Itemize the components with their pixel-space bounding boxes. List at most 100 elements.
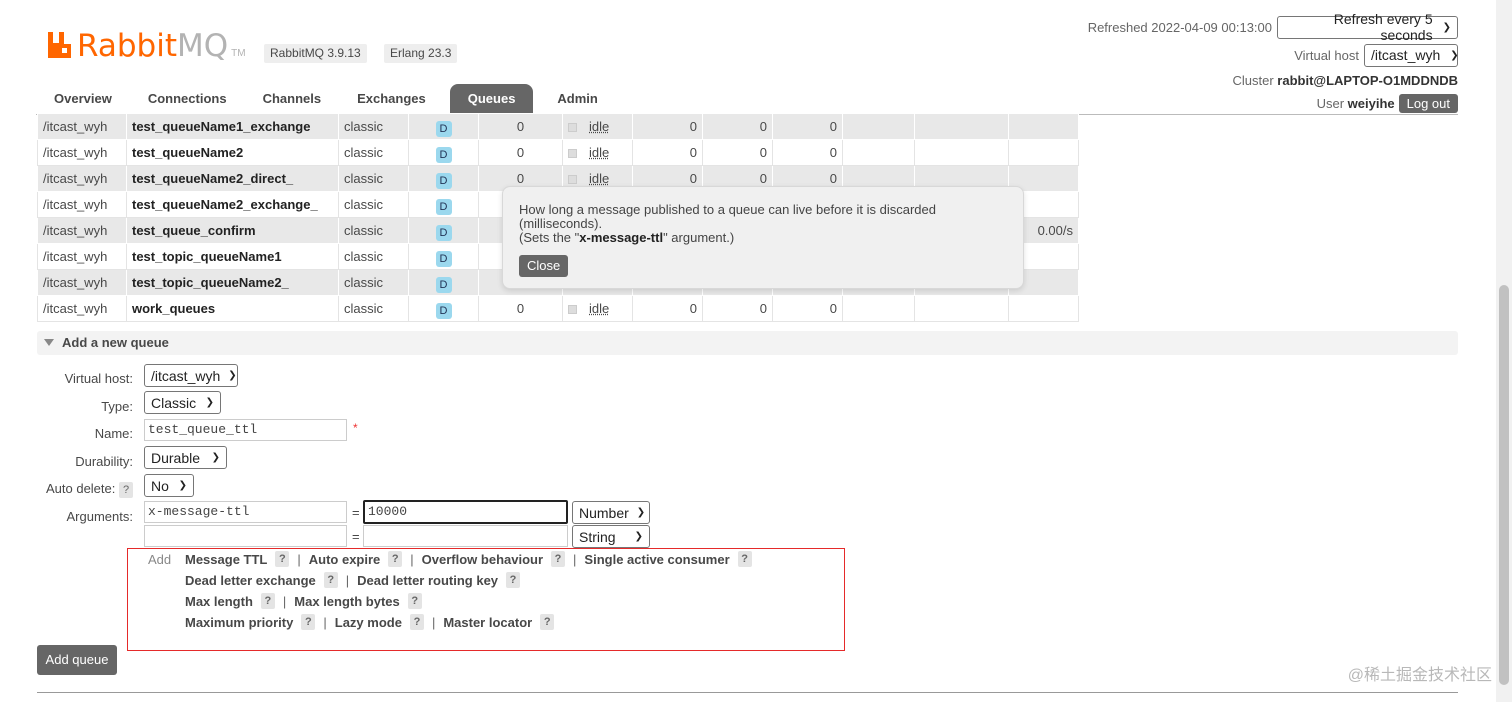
queue-rate-cell	[842, 113, 915, 140]
tab-admin[interactable]: Admin	[539, 84, 615, 114]
queue-vhost-cell: /itcast_wyh	[37, 113, 127, 140]
argument-helper-link[interactable]: Lazy mode	[335, 615, 402, 630]
queue-unacked-cell: 0	[702, 139, 773, 166]
tab-queues[interactable]: Queues	[449, 84, 534, 114]
help-icon[interactable]: ?	[540, 614, 555, 630]
queue-name-link[interactable]: test_topic_queueName2_	[126, 269, 339, 296]
argument-helper-link[interactable]: Single active consumer	[584, 552, 729, 567]
argument-helper-link[interactable]: Dead letter exchange	[185, 573, 316, 588]
helper-separator: |	[345, 572, 350, 588]
virtual-host-select[interactable]: /itcast_wyh ❯	[144, 364, 238, 387]
argument-helper-link[interactable]: Max length	[185, 594, 253, 609]
help-icon[interactable]: ?	[409, 614, 424, 630]
queue-rate-cell	[1008, 113, 1079, 140]
help-icon[interactable]: ?	[737, 551, 752, 567]
queue-features-cell: D	[408, 269, 479, 296]
durable-badge: D	[435, 120, 452, 137]
argument-value-input-1[interactable]: 10000	[363, 500, 568, 524]
argument-key-input-2[interactable]	[144, 525, 347, 547]
queue-unacked-cell: 0	[702, 295, 773, 322]
queue-type-select[interactable]: Classic ❯	[144, 391, 221, 414]
auto-delete-select[interactable]: No ❯	[144, 474, 194, 497]
queue-row: /itcast_wyh test_queueName1_exchange class…	[37, 113, 1079, 140]
queue-ready-cell: 0	[632, 113, 703, 140]
queue-name-link[interactable]: test_queueName2_direct_	[126, 165, 339, 192]
argument-helper-link[interactable]: Master locator	[443, 615, 532, 630]
chevron-down-icon: ❯	[205, 397, 214, 408]
tab-connections[interactable]: Connections	[130, 84, 245, 114]
argument-value-input-2[interactable]	[363, 525, 568, 547]
queue-name-link[interactable]: test_queueName2_exchange_	[126, 191, 339, 218]
queue-type-value: Classic	[151, 394, 197, 411]
argument-key-input-1[interactable]: x-message-ttl	[144, 501, 347, 523]
popup-close-button[interactable]: Close	[519, 255, 569, 277]
cluster-name: rabbit@LAPTOP-O1MDDNDB	[1277, 72, 1458, 88]
durable-badge: D	[435, 250, 452, 267]
helper-separator: |	[297, 551, 301, 567]
durability-select[interactable]: Durable ❯	[144, 446, 227, 469]
help-icon[interactable]: ?	[275, 551, 290, 567]
queue-vhost-cell: /itcast_wyh	[37, 269, 127, 296]
queue-name-link[interactable]: test_queueName1_exchange	[126, 113, 339, 140]
argument-helper-link[interactable]: Maximum priority	[185, 615, 293, 630]
help-icon[interactable]: ?	[407, 593, 422, 609]
logout-button[interactable]: Log out	[1398, 93, 1458, 113]
vhost-select[interactable]: /itcast_wyh ❯	[1364, 43, 1459, 67]
help-icon[interactable]: ?	[506, 572, 521, 588]
queue-name-link[interactable]: test_queueName2	[126, 139, 339, 166]
type-label: Type:	[101, 399, 133, 414]
queue-total-cell: 0	[772, 139, 843, 166]
main-nav-tabs: Overview Connections Channels Exchanges …	[36, 84, 616, 114]
refresh-interval-select[interactable]: Refresh every 5 seconds ❯	[1277, 11, 1458, 43]
tab-exchanges[interactable]: Exchanges	[339, 84, 444, 114]
rabbitmq-logo[interactable]: RabbitMQ TM	[47, 24, 246, 64]
argument-type-select-2[interactable]: String ❯	[572, 525, 650, 548]
queue-features-cell: D	[408, 139, 479, 166]
queue-name-input[interactable]: test_queue_ttl	[144, 419, 347, 441]
argument-helper-link[interactable]: Overflow behaviour	[422, 552, 543, 567]
auto-delete-value: No	[151, 477, 169, 494]
queue-vhost-cell: /itcast_wyh	[37, 217, 127, 244]
help-icon[interactable]: ?	[323, 572, 338, 588]
queue-rate-cell	[914, 113, 1009, 140]
user-name: weiyihe	[1347, 95, 1395, 111]
scrollbar-thumb[interactable]	[1499, 285, 1509, 685]
argument-helper-link[interactable]: Message TTL	[185, 552, 267, 567]
queue-name-link[interactable]: test_topic_queueName1	[126, 243, 339, 270]
auto-delete-help-icon[interactable]: ?	[119, 481, 133, 498]
helper-separator: |	[573, 551, 577, 567]
queue-type-cell: classic	[338, 165, 409, 192]
tab-overview[interactable]: Overview	[36, 84, 130, 114]
argument-helper-link[interactable]: Max length bytes	[294, 594, 399, 609]
help-icon[interactable]: ?	[551, 551, 566, 567]
durable-badge: D	[435, 198, 452, 215]
logo-text-mq: MQ	[176, 28, 229, 64]
logo-trademark: TM	[231, 48, 246, 59]
tab-channels[interactable]: Channels	[245, 84, 340, 114]
add-queue-button[interactable]: Add queue	[37, 645, 117, 675]
durability-value: Durable	[151, 449, 201, 466]
page-scrollbar[interactable]	[1496, 0, 1512, 702]
argument-helper-link[interactable]: Auto expire	[309, 552, 381, 567]
queue-name-link[interactable]: test_queue_confirm	[126, 217, 339, 244]
help-icon[interactable]: ?	[260, 593, 275, 609]
queue-name-link[interactable]: work_queues	[126, 295, 339, 322]
queue-state-cell: idle	[562, 295, 633, 322]
popup-text-line2: (milliseconds).	[519, 216, 603, 231]
add-queue-section-toggle[interactable]: Add a new queue	[37, 331, 1458, 355]
chevron-down-icon: ❯	[1442, 21, 1451, 33]
help-icon[interactable]: ?	[301, 614, 316, 630]
arguments-label: Arguments:	[66, 509, 133, 524]
queue-features-cell: D	[408, 165, 479, 192]
queue-rate-cell	[1008, 139, 1079, 166]
queue-vhost-cell: /itcast_wyh	[37, 243, 127, 270]
state-indicator-icon	[568, 175, 577, 185]
durable-badge: D	[435, 146, 452, 163]
queue-row: /itcast_wyh work_queues classic D 0 idle 0 0 0	[37, 295, 1079, 322]
collapse-triangle-icon	[44, 339, 54, 346]
help-icon[interactable]: ?	[388, 551, 403, 567]
queue-rate-cell	[1008, 295, 1079, 322]
argument-helper-link[interactable]: Dead letter routing key	[357, 573, 498, 588]
queue-features-cell: D	[408, 243, 479, 270]
argument-type-select-1[interactable]: Number ❯	[572, 501, 650, 524]
